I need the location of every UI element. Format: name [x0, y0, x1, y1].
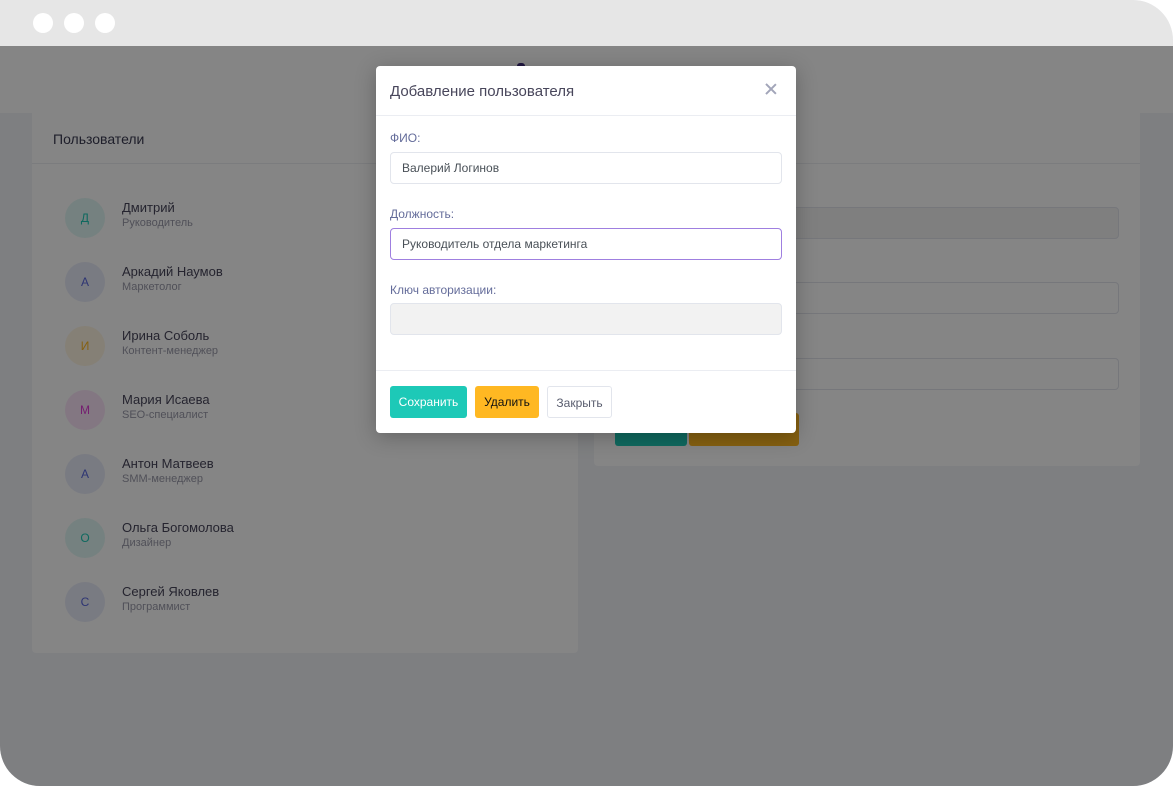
window-control-dot[interactable] — [95, 13, 115, 33]
window-control-dot[interactable] — [64, 13, 84, 33]
auth-key-label: Ключ авторизации: — [390, 283, 497, 297]
position-label: Должность: — [390, 207, 455, 221]
fio-input[interactable] — [390, 152, 782, 184]
modal-header: Добавление пользователя — [376, 66, 796, 116]
window-titlebar — [0, 0, 1173, 46]
save-button[interactable]: Сохранить — [390, 386, 467, 418]
add-user-modal: Добавление пользователя ФИО: Должность: … — [376, 66, 796, 433]
modal-title: Добавление пользователя — [390, 83, 575, 100]
close-button[interactable]: Закрыть — [547, 386, 612, 418]
position-input[interactable] — [390, 228, 782, 260]
window-control-dot[interactable] — [33, 13, 53, 33]
delete-button[interactable]: Удалить — [475, 386, 539, 418]
modal-footer-divider — [376, 370, 796, 371]
auth-key-input[interactable] — [390, 303, 782, 335]
close-icon[interactable] — [764, 82, 778, 96]
fio-label: ФИО: — [390, 131, 421, 145]
browser-window: Пользователи Д Дмитрий Руководитель А Аркади… — [0, 0, 1173, 786]
